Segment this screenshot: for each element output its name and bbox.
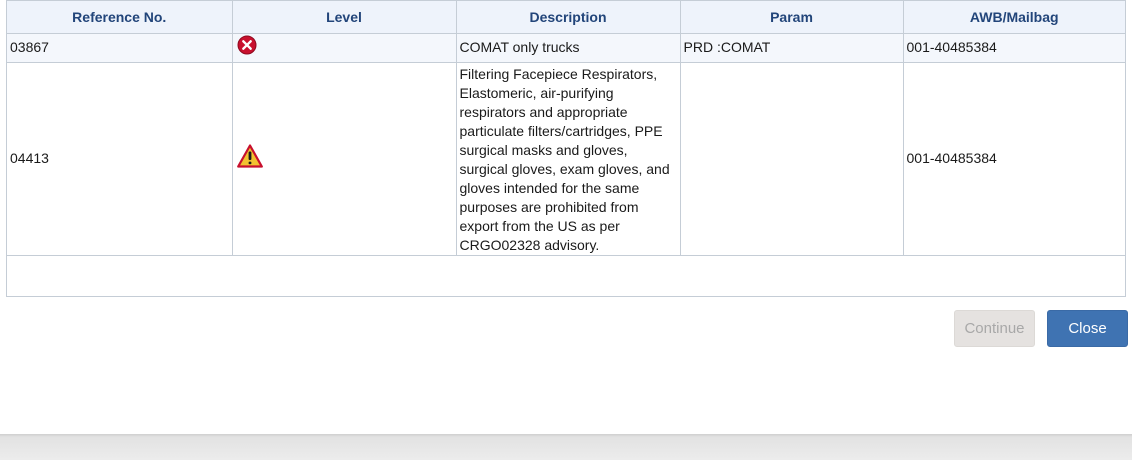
column-header-param[interactable]: Param (680, 1, 904, 34)
column-header-awb[interactable]: AWB/Mailbag (903, 1, 1125, 34)
validation-table: Reference No. Level Description Param AW… (7, 1, 1125, 256)
close-button[interactable]: Close (1047, 310, 1128, 347)
reference-cell: 03867 (7, 33, 233, 63)
awb-cell: 001-40485384 (903, 62, 1125, 256)
validation-dialog: Reference No. Level Description Param AW… (0, 0, 1132, 460)
column-header-level[interactable]: Level (232, 1, 457, 34)
param-cell (680, 62, 904, 256)
continue-button[interactable]: Continue (954, 310, 1035, 347)
column-header-reference[interactable]: Reference No. (7, 1, 233, 34)
table-row[interactable]: 04413 Filtering Facepiece Respirators, E… (7, 62, 1125, 256)
level-cell (232, 62, 457, 256)
column-header-description[interactable]: Description (456, 1, 681, 34)
warning-icon (236, 144, 263, 173)
table-row[interactable]: 03867 COMAT only trucks PRD :COMAT 001-4… (7, 33, 1125, 63)
level-cell (232, 33, 457, 63)
awb-cell: 001-40485384 (903, 33, 1125, 63)
reference-cell: 04413 (7, 62, 233, 256)
description-cell: COMAT only trucks (456, 33, 681, 63)
param-cell: PRD :COMAT (680, 33, 904, 63)
table-header-row: Reference No. Level Description Param AW… (7, 1, 1125, 34)
description-cell: Filtering Facepiece Respirators, Elastom… (456, 62, 681, 256)
dialog-bottom-edge (0, 434, 1132, 460)
validation-grid: Reference No. Level Description Param AW… (6, 0, 1126, 297)
error-icon (237, 35, 257, 60)
